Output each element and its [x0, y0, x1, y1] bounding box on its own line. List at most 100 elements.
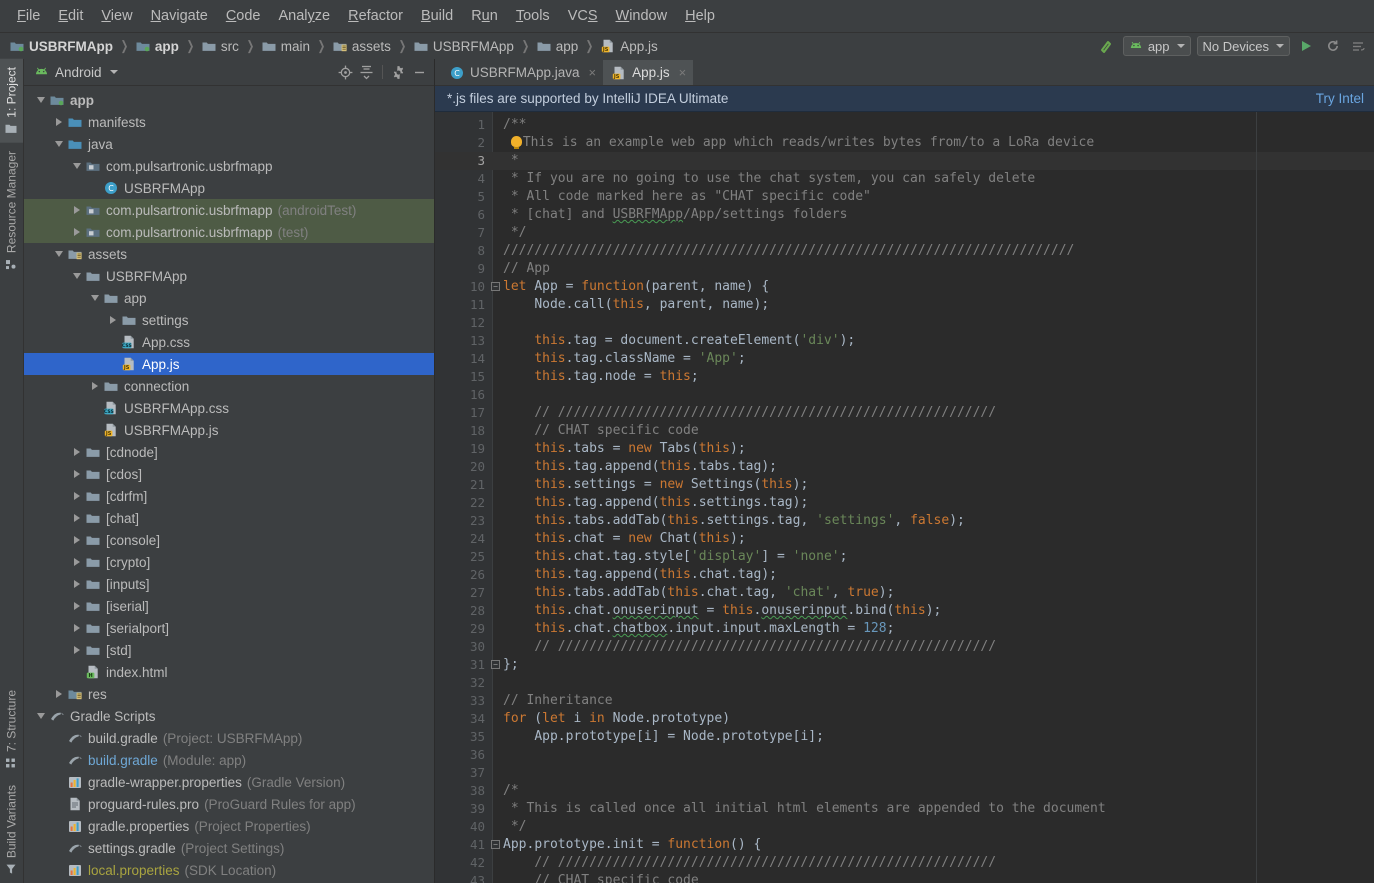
tree-node-usbrfmapp.js[interactable]: JS USBRFMApp.js — [24, 419, 434, 441]
chevron-right-icon[interactable] — [70, 580, 84, 588]
chevron-right-icon[interactable] — [70, 646, 84, 654]
line-number[interactable]: 23 — [435, 512, 493, 530]
line-number[interactable]: 14 — [435, 350, 493, 368]
code-line[interactable]: this.chat.chatbox.input.input.maxLength … — [493, 620, 1374, 638]
breadcrumb-item-src[interactable]: src — [200, 38, 241, 55]
menu-item-refactor[interactable]: Refactor — [339, 6, 412, 26]
rail-button-resource-manager[interactable]: Resource Manager — [0, 143, 23, 278]
line-number[interactable]: 3 — [435, 152, 493, 170]
locate-icon[interactable] — [336, 63, 355, 82]
line-number[interactable]: 32 — [435, 674, 493, 692]
breadcrumb-item-assets[interactable]: assets — [331, 38, 393, 55]
code-line[interactable]: this.tag.append(this.chat.tag); — [493, 566, 1374, 584]
chevron-right-icon[interactable] — [70, 492, 84, 500]
code-line[interactable]: * If you are no going to use the chat sy… — [493, 170, 1374, 188]
code-line[interactable]: * All code marked here as "CHAT specific… — [493, 188, 1374, 206]
code-line[interactable]: let App = function(parent, name) { — [493, 278, 1374, 296]
tree-node--cdrfm-[interactable]: [cdrfm] — [24, 485, 434, 507]
code-line[interactable]: this.tag.className = 'App'; — [493, 350, 1374, 368]
tree-node-proguard-rules.pro[interactable]: proguard-rules.pro (ProGuard Rules for ap… — [24, 793, 434, 815]
line-number[interactable]: 34 — [435, 710, 493, 728]
code-line[interactable] — [493, 764, 1374, 782]
code-line[interactable]: // /////////////////////////////////////… — [493, 404, 1374, 422]
run-configuration-selector[interactable]: app — [1122, 36, 1191, 56]
project-tree[interactable]: app manifests java com.pulsartronic.usbrfma… — [24, 86, 434, 883]
tree-node-java[interactable]: java — [24, 133, 434, 155]
line-number[interactable]: 16 — [435, 386, 493, 404]
line-number[interactable]: 18 — [435, 422, 493, 440]
menu-item-window[interactable]: Window — [607, 6, 677, 26]
menu-item-code[interactable]: Code — [217, 6, 270, 26]
tree-node-index.html[interactable]: Hindex.html — [24, 661, 434, 683]
code-line[interactable]: */ — [493, 818, 1374, 836]
tree-node--inputs-[interactable]: [inputs] — [24, 573, 434, 595]
tree-node-usbrfmapp[interactable]: C USBRFMApp — [24, 177, 434, 199]
code-line[interactable]: this.chat.onuserinput = this.onuserinput… — [493, 602, 1374, 620]
tree-node-build.gradle[interactable]: build.gradle (Module: app) — [24, 749, 434, 771]
rail-button-1-project[interactable]: 1: Project — [0, 59, 23, 143]
code-line[interactable]: this.tag.append(this.tabs.tag); — [493, 458, 1374, 476]
line-number[interactable]: 9 — [435, 260, 493, 278]
chevron-right-icon[interactable] — [70, 206, 84, 214]
code-line[interactable]: Node.call(this, parent, name); — [493, 296, 1374, 314]
run-play-icon[interactable] — [1296, 36, 1316, 56]
code-line[interactable]: * [chat] and USBRFMApp/App/settings fold… — [493, 206, 1374, 224]
line-number[interactable]: 39 — [435, 800, 493, 818]
try-ultimate-link[interactable]: Try Intel — [1316, 91, 1364, 106]
menu-item-view[interactable]: View — [92, 6, 141, 26]
tree-node-manifests[interactable]: manifests — [24, 111, 434, 133]
line-number[interactable]: 27 — [435, 584, 493, 602]
tree-node-app.css[interactable]: CSS App.css — [24, 331, 434, 353]
tree-node-local.properties[interactable]: local.properties (SDK Location) — [24, 859, 434, 881]
menu-item-edit[interactable]: Edit — [49, 6, 92, 26]
tree-node-settings[interactable]: settings — [24, 309, 434, 331]
line-number[interactable]: 42 — [435, 854, 493, 872]
tree-node-settings.gradle[interactable]: settings.gradle (Project Settings) — [24, 837, 434, 859]
device-selector[interactable]: No Devices — [1196, 36, 1290, 56]
gear-icon[interactable] — [389, 63, 408, 82]
line-number[interactable]: 29 — [435, 620, 493, 638]
tree-node-gradle-scripts[interactable]: Gradle Scripts — [24, 705, 434, 727]
code-line[interactable]: This is an example web app which reads/w… — [493, 134, 1374, 152]
line-number[interactable]: 4 — [435, 170, 493, 188]
code-line[interactable] — [493, 314, 1374, 332]
line-number[interactable]: 41− — [435, 836, 500, 854]
tree-node-app[interactable]: app — [24, 89, 434, 111]
debug-icon[interactable] — [1322, 36, 1342, 56]
line-number[interactable]: 30 — [435, 638, 493, 656]
line-number[interactable]: 17 — [435, 404, 493, 422]
code-line[interactable]: // CHAT specific code — [493, 872, 1374, 883]
chevron-right-icon[interactable] — [70, 558, 84, 566]
line-number[interactable]: 15 — [435, 368, 493, 386]
rail-button-7-structure[interactable]: 7: Structure — [0, 682, 23, 777]
chevron-right-icon[interactable] — [52, 118, 66, 126]
line-number[interactable]: 10− — [435, 278, 500, 296]
code-line[interactable]: this.settings = new Settings(this); — [493, 476, 1374, 494]
menu-item-file[interactable]: File — [8, 6, 49, 26]
code-line[interactable]: /* — [493, 782, 1374, 800]
tree-node-connection[interactable]: connection — [24, 375, 434, 397]
line-number[interactable]: 35 — [435, 728, 493, 746]
tree-node-app[interactable]: app — [24, 287, 434, 309]
tree-node-usbrfmapp.css[interactable]: CSS USBRFMApp.css — [24, 397, 434, 419]
chevron-down-icon[interactable] — [52, 141, 66, 147]
chevron-right-icon[interactable] — [52, 690, 66, 698]
code-line[interactable]: * This is called once all initial html e… — [493, 800, 1374, 818]
tree-node-res[interactable]: res — [24, 683, 434, 705]
chevron-down-icon[interactable] — [34, 713, 48, 719]
chevron-right-icon[interactable] — [70, 624, 84, 632]
tree-node--cdnode-[interactable]: [cdnode] — [24, 441, 434, 463]
collapse-all-icon[interactable] — [357, 63, 376, 82]
chevron-right-icon[interactable] — [70, 228, 84, 236]
tree-node--console-[interactable]: [console] — [24, 529, 434, 551]
tree-node-com.pulsartronic.usbrfmapp[interactable]: com.pulsartronic.usbrfmapp — [24, 155, 434, 177]
line-number[interactable]: 20 — [435, 458, 493, 476]
code-line[interactable]: }; — [493, 656, 1374, 674]
chevron-down-icon[interactable] — [70, 273, 84, 279]
rail-button-build-variants[interactable]: Build Variants — [0, 777, 23, 883]
editor-tab-app-js[interactable]: JS App.js × — [603, 60, 694, 85]
close-icon[interactable]: × — [589, 65, 597, 80]
line-number[interactable]: 31− — [435, 656, 500, 674]
line-number-gutter[interactable]: 1 2 3 4 5 6 7 8 9 10−11 12 13 14 15 16 17 18 19 20 21 22 23 24… — [435, 112, 500, 883]
line-number[interactable]: 33 — [435, 692, 493, 710]
